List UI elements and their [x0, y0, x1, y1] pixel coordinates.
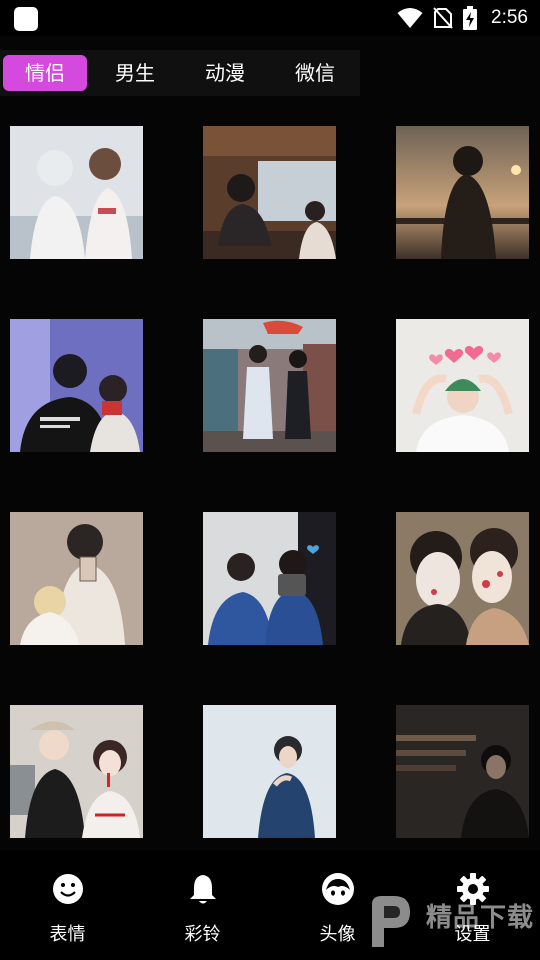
nav-item-ringtones[interactable]: 彩铃 — [135, 850, 270, 960]
avatar-image — [396, 319, 529, 452]
avatar-thumbnail[interactable] — [10, 319, 143, 452]
avatar-image — [203, 126, 336, 259]
avatar-thumbnail[interactable] — [203, 705, 336, 838]
avatar-thumbnail[interactable] — [203, 512, 336, 645]
avatar-image — [396, 126, 529, 259]
avatar-image — [10, 705, 143, 838]
avatar-thumbnail[interactable] — [203, 126, 336, 259]
watermark-text: 精品下载 — [425, 903, 534, 933]
status-icons: 2:56 — [397, 6, 528, 30]
avatar-image — [203, 512, 336, 645]
bell-icon — [189, 875, 216, 904]
avatar-thumbnail[interactable] — [396, 705, 529, 838]
avatar-thumbnail[interactable] — [396, 319, 529, 452]
category-tabs: 情侣 男生 动漫 微信 — [0, 50, 360, 96]
avatar-image — [396, 512, 529, 645]
avatar-thumbnail[interactable] — [10, 126, 143, 259]
wifi-icon — [397, 8, 423, 28]
app-icon — [14, 7, 38, 31]
tab-anime[interactable]: 动漫 — [183, 55, 267, 91]
avatar-image — [10, 512, 143, 645]
no-sim-icon — [433, 7, 453, 29]
smiley-icon — [52, 874, 83, 904]
nav-label-stickers: 表情 — [49, 924, 86, 945]
avatar-thumbnail[interactable] — [396, 126, 529, 259]
tab-wechat[interactable]: 微信 — [273, 55, 357, 91]
avatar-thumbnail[interactable] — [203, 319, 336, 452]
avatar-image — [10, 126, 143, 259]
avatar-face-icon — [321, 873, 354, 905]
nav-label-ringtones: 彩铃 — [184, 924, 221, 945]
status-bar: 2:56 — [0, 0, 540, 36]
nav-item-stickers[interactable]: 表情 — [0, 850, 135, 960]
tab-boys[interactable]: 男生 — [93, 55, 177, 91]
tab-couple[interactable]: 情侣 — [3, 55, 87, 91]
avatar-thumbnail[interactable] — [10, 705, 143, 838]
clock-time: 2:56 — [491, 7, 528, 28]
avatar-image — [203, 705, 336, 838]
battery-charging-icon — [463, 6, 478, 30]
avatar-image — [10, 319, 143, 452]
avatar-image — [396, 705, 529, 838]
avatar-thumbnail[interactable] — [10, 512, 143, 645]
avatar-thumbnail[interactable] — [396, 512, 529, 645]
avatar-image — [203, 319, 336, 452]
